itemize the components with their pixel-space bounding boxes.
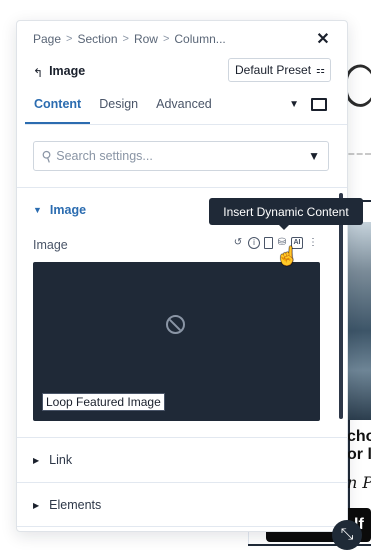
background-card-subtitle: n Pa [347,473,371,492]
breadcrumb-page[interactable]: Page [33,32,61,46]
tab-tools: ▼ [289,98,327,111]
breadcrumb-row: Page > Section > Row > Column ... ✕ [33,30,335,48]
panel-header: ↰ Image Default Preset ⚏ [33,58,331,83]
preset-label: Default Preset [234,63,312,77]
search-input[interactable] [56,149,309,163]
tab-content[interactable]: Content [25,91,91,124]
section-toggle-image[interactable]: ▼ Image [33,203,86,217]
image-upload-preview[interactable]: Loop Featured Image [33,262,320,421]
breadcrumb-row[interactable]: Row [134,32,158,46]
info-icon[interactable]: i [248,237,260,249]
section-divider [17,526,347,527]
section-divider [17,482,347,483]
tab-advanced[interactable]: Advanced [147,91,221,124]
background-card-title-line2: or l [347,446,371,463]
more-icon[interactable]: ⋮ [307,237,319,249]
panel-scrollbar[interactable] [339,193,343,419]
dynamic-content-tag[interactable]: Loop Featured Image [42,393,165,411]
section-toggle-link[interactable]: ▶ Link [33,453,72,467]
section-title: Image [49,203,87,217]
settings-tabs: Content Design Advanced ▼ [25,91,347,125]
field-label: Image [33,238,68,252]
background-card-image [348,222,371,420]
tooltip: Insert Dynamic Content [209,198,363,230]
caret-right-icon: ▶ [33,455,40,465]
accordion-label: Elements [49,498,102,512]
tab-design[interactable]: Design [90,91,147,124]
preset-settings-icon: ⚏ [316,64,325,76]
caret-right-icon: ▶ [33,500,40,510]
reset-icon[interactable]: ↺ [232,237,244,249]
preset-button[interactable]: Default Preset ⚏ [227,58,331,82]
section-divider [17,187,347,188]
search-icon: ⚲ [39,146,55,165]
breadcrumb: Page > Section > Row > Column ... [33,32,226,46]
breadcrumb-separator: > [66,33,73,45]
close-icon[interactable]: ✕ [314,30,332,48]
module-settings-panel: Page > Section > Row > Column ... ✕ ↰ Im… [16,20,348,532]
breadcrumb-section[interactable]: Section [77,32,117,46]
caret-down-icon: ▼ [33,205,42,215]
breadcrumb-ellipsis[interactable]: ... [216,32,226,46]
copy-icon[interactable] [264,237,273,249]
section-divider [17,437,347,438]
section-toggle-elements[interactable]: ▶ Elements [33,498,101,512]
desktop-device-icon[interactable] [311,98,327,111]
hand-cursor-icon: ☝ [276,246,299,266]
breadcrumb-separator: > [162,33,170,45]
no-image-icon [166,315,185,334]
panel-title: Image [49,64,86,78]
search-settings-field: ⚲ ▼ [33,141,329,171]
background-card-title-line1: cho [347,428,371,445]
back-arrow-icon[interactable]: ↰ [33,66,43,80]
view-dropdown-caret-icon[interactable]: ▼ [289,99,299,110]
breadcrumb-separator: > [122,33,129,45]
resize-handle-icon[interactable]: ⤡ [332,520,362,550]
filter-icon[interactable]: ▼ [308,149,320,163]
breadcrumb-column[interactable]: Column [174,32,215,46]
accordion-label: Link [49,453,73,467]
